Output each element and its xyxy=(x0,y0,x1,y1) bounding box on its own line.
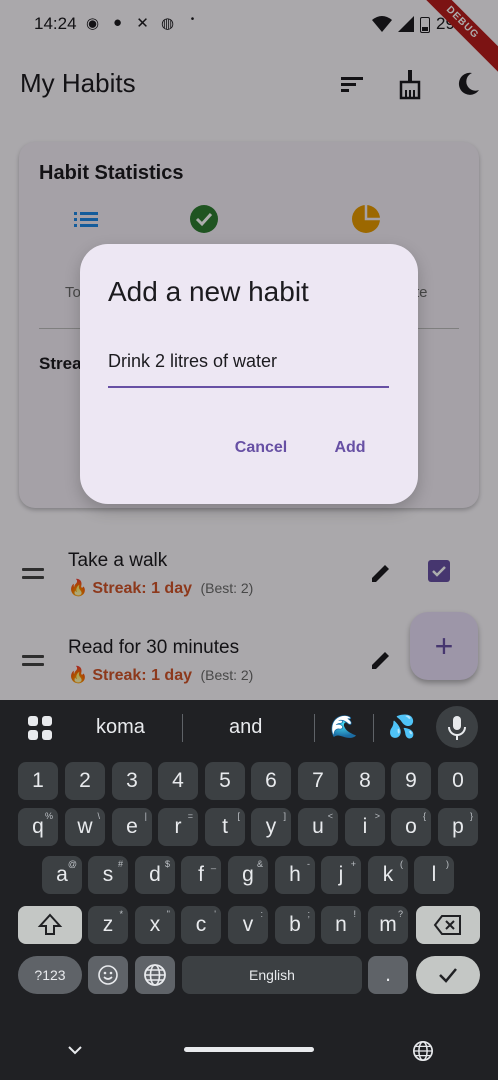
shift-key[interactable] xyxy=(18,906,82,944)
backspace-icon xyxy=(433,915,461,935)
add-button[interactable]: Add xyxy=(326,432,374,464)
keyboard-suggestion-bar: koma and 🌊 💦 xyxy=(0,700,498,754)
symbols-key[interactable]: ?123 xyxy=(18,956,82,994)
key[interactable]: s # xyxy=(88,856,128,894)
wave-emoji-icon[interactable]: 🌊 xyxy=(330,714,357,740)
key[interactable]: 4 xyxy=(158,762,198,800)
key[interactable]: e | xyxy=(112,808,152,846)
apps-grid-icon[interactable] xyxy=(28,716,52,740)
key[interactable]: 9 xyxy=(391,762,431,800)
key[interactable]: q% xyxy=(18,808,58,846)
language-key[interactable] xyxy=(135,956,175,994)
key[interactable]: 3 xyxy=(112,762,152,800)
key[interactable]: 2 xyxy=(65,762,105,800)
backspace-key[interactable] xyxy=(416,906,480,944)
key[interactable]: 6 xyxy=(251,762,291,800)
key[interactable]: r = xyxy=(158,808,198,846)
add-habit-dialog: Add a new habit Cancel Add xyxy=(80,244,418,504)
key[interactable]: c ' xyxy=(181,906,221,944)
key[interactable]: y] xyxy=(251,808,291,846)
key[interactable]: p} xyxy=(438,808,478,846)
key[interactable]: a @ xyxy=(42,856,82,894)
space-key[interactable]: English xyxy=(182,956,362,994)
divider xyxy=(314,714,315,742)
suggestion-item[interactable]: koma xyxy=(96,716,145,739)
key[interactable]: x " xyxy=(135,906,175,944)
key[interactable]: t[ xyxy=(205,808,245,846)
enter-key[interactable] xyxy=(416,956,480,994)
droplets-emoji-icon[interactable]: 💦 xyxy=(388,714,415,740)
navigation-bar xyxy=(0,1026,498,1080)
key[interactable]: d $ xyxy=(135,856,175,894)
microphone-button[interactable] xyxy=(436,706,478,748)
check-icon xyxy=(439,968,457,983)
chevron-down-icon[interactable] xyxy=(66,1044,84,1056)
suggestion-item[interactable]: and xyxy=(229,716,262,739)
home-indicator[interactable] xyxy=(184,1047,314,1052)
divider xyxy=(373,714,374,742)
key[interactable]: o{ xyxy=(391,808,431,846)
key[interactable]: 1 xyxy=(18,762,58,800)
period-key[interactable]: . xyxy=(368,956,408,994)
shift-icon xyxy=(37,913,63,935)
key[interactable]: l) xyxy=(414,856,454,894)
divider xyxy=(182,714,183,742)
dialog-title: Add a new habit xyxy=(108,276,309,307)
key[interactable]: v: xyxy=(228,906,268,944)
key[interactable]: m? xyxy=(368,906,408,944)
globe-icon xyxy=(144,964,166,986)
key[interactable]: k( xyxy=(368,856,408,894)
key[interactable]: b; xyxy=(275,906,315,944)
globe-icon[interactable] xyxy=(412,1040,434,1062)
key[interactable]: 5 xyxy=(205,762,245,800)
key[interactable]: g & xyxy=(228,856,268,894)
key[interactable]: h- xyxy=(275,856,315,894)
key[interactable]: n! xyxy=(321,906,361,944)
key[interactable]: u < xyxy=(298,808,338,846)
key[interactable]: f _ xyxy=(181,856,221,894)
key[interactable]: j + xyxy=(321,856,361,894)
key[interactable]: w \ xyxy=(65,808,105,846)
microphone-icon xyxy=(448,716,466,740)
habit-name-input[interactable] xyxy=(108,344,389,388)
key[interactable]: i > xyxy=(345,808,385,846)
key[interactable]: 0 xyxy=(438,762,478,800)
key[interactable]: z * xyxy=(88,906,128,944)
emoji-key[interactable] xyxy=(88,956,128,994)
soft-keyboard: koma and 🌊 💦 1 2 3 4 5 6 7 8 9 0 q% w \ e… xyxy=(0,700,498,1080)
key[interactable]: 8 xyxy=(345,762,385,800)
key[interactable]: 7 xyxy=(298,762,338,800)
cancel-button[interactable]: Cancel xyxy=(224,432,298,464)
emoji-icon xyxy=(98,965,118,985)
